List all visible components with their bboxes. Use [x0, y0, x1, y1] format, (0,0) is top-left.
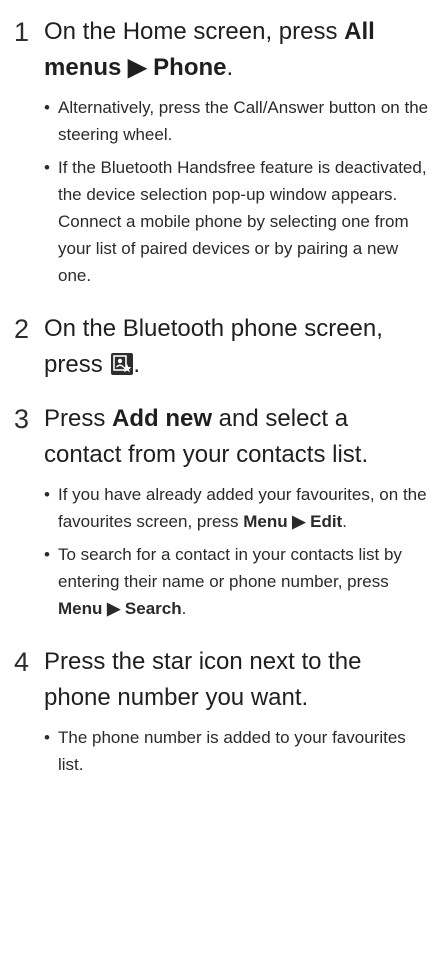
step-title: Press the star icon next to the phone nu…: [44, 648, 362, 711]
bullet-list: Alternatively, press the Call/Answer but…: [44, 94, 429, 289]
bullet-item: The phone number is added to your favour…: [44, 724, 429, 778]
step-4: 4 Press the star icon next to the phone …: [14, 644, 429, 784]
step-title-text: On the Home screen, press: [44, 18, 345, 45]
instruction-page: 1 On the Home screen, press All menus ▶ …: [0, 0, 439, 958]
bullet-text: .: [181, 599, 187, 618]
step-body: Press Add new and select a contact from …: [44, 401, 429, 628]
bullet-item: If the Bluetooth Handsfree feature is de…: [44, 154, 429, 289]
step-body: On the Home screen, press All menus ▶ Ph…: [44, 14, 429, 295]
menu-arrow: ▶: [121, 54, 154, 81]
step-number: 2: [14, 314, 30, 344]
step-body: Press the star icon next to the phone nu…: [44, 644, 429, 784]
contacts-star-icon: [111, 353, 134, 375]
step-title-text: On the Bluetooth phone screen, press: [44, 315, 383, 378]
step-3: 3 Press Add new and select a contact fro…: [14, 401, 429, 628]
step-title-text: .: [226, 54, 234, 81]
step-title: Press Add new and select a contact from …: [44, 401, 429, 473]
step-title-emphasis: Add new: [112, 405, 213, 432]
bullet-text: To search for a contact in your contacts…: [58, 545, 402, 591]
step-title-emphasis: Phone: [153, 54, 227, 81]
bullet-text: .: [342, 512, 347, 531]
step-2: 2 On the Bluetooth phone screen, press .: [14, 311, 429, 383]
step-1: 1 On the Home screen, press All menus ▶ …: [14, 14, 429, 295]
step-title-text: Press: [44, 405, 113, 432]
bullet-item: To search for a contact in your contacts…: [44, 541, 429, 622]
bullet-list: If you have already added your favourite…: [44, 481, 429, 622]
step-number: 1: [14, 17, 30, 47]
bullet-item: Alternatively, press the Call/Answer but…: [44, 94, 429, 148]
bullet-item: If you have already added your favourite…: [44, 481, 429, 535]
step-number: 3: [14, 404, 30, 434]
step-title: On the Bluetooth phone screen, press .: [44, 311, 429, 383]
bullet-list: The phone number is added to your favour…: [44, 724, 429, 778]
bullet-emphasis: Menu ▶ Edit: [243, 512, 343, 531]
step-number: 4: [14, 647, 30, 677]
step-title-text: .: [133, 351, 141, 378]
step-title: On the Home screen, press All menus ▶ Ph…: [44, 14, 429, 86]
bullet-emphasis: Menu ▶ Search: [58, 599, 182, 618]
step-body: On the Bluetooth phone screen, press .: [44, 311, 429, 383]
